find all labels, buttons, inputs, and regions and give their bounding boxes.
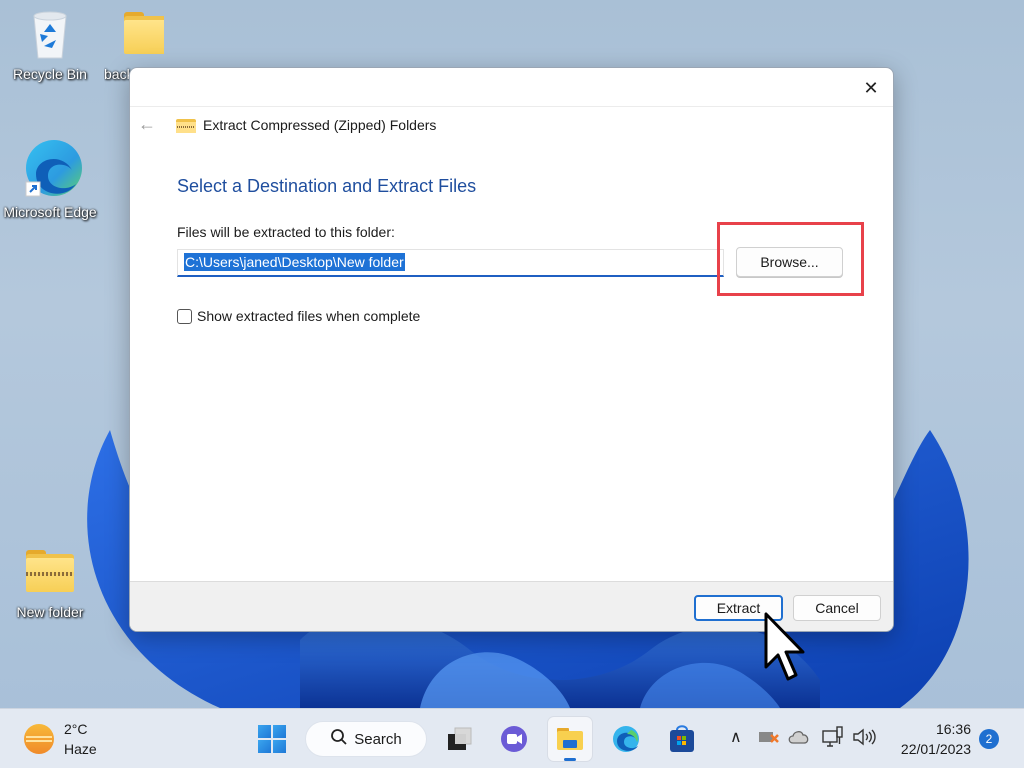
dialog-titlebar[interactable]: ✕ [130,68,893,106]
start-button[interactable] [250,717,294,761]
microsoft-store-button[interactable] [660,717,704,761]
weather-description: Haze [64,741,97,757]
extract-dialog: ✕ ← Extract Compressed (Zipped) Folders … [129,67,894,632]
active-app-indicator [564,758,576,761]
onedrive-cloud-icon[interactable] [788,729,810,750]
zip-folder-icon [22,544,78,600]
folder-icon [120,6,164,62]
close-icon: ✕ [863,77,879,98]
network-wired-icon[interactable] [822,726,844,753]
edge-icon [613,726,639,752]
weather-temperature: 2°C [64,721,88,737]
dialog-title: Extract Compressed (Zipped) Folders [203,116,437,133]
task-view-button[interactable] [438,717,482,761]
clock-date: 22/01/2023 [900,741,971,757]
windows-logo-icon [258,725,286,753]
teams-chat-icon [501,726,527,752]
page-heading: Select a Destination and Extract Files [177,176,477,196]
show-files-checkbox[interactable] [177,308,192,324]
desktop-icon-label: New folder [16,604,84,620]
system-clock[interactable]: 16:36 22/01/2023 [893,719,971,759]
destination-label: Files will be extracted to this folder: [177,224,395,240]
volume-icon[interactable] [852,727,876,752]
task-view-icon [448,727,472,750]
taskbar-search[interactable]: Search [305,721,427,757]
back-arrow-icon[interactable]: ← [138,114,158,135]
taskbar: 2°C Haze Search ∧ 16:36 22/01/2023 2 [0,708,1024,768]
desktop-icon-label: Recycle Bin [13,66,87,82]
desktop-icon-new-folder[interactable]: New folder [2,544,98,622]
destination-path-input[interactable]: C:\Users\janed\Desktop\New folder [177,249,724,277]
zip-folder-icon [176,117,196,133]
desktop-icon-label: Microsoft Edge [3,204,97,220]
show-files-checkbox-label: Show extracted files when complete [197,308,421,324]
teams-chat-button[interactable] [492,717,536,761]
microsoft-store-icon [670,725,694,752]
edge-icon [22,138,82,197]
network-adapter-error-icon[interactable] [758,729,780,750]
weather-haze-icon [24,724,54,754]
edge-taskbar-button[interactable] [604,717,648,761]
dialog-nav: ← Extract Compressed (Zipped) Folders [138,114,436,135]
file-explorer-button[interactable] [548,717,592,761]
search-label: Search [354,730,402,748]
clock-time: 16:36 [935,721,971,737]
weather-widget[interactable]: 2°C Haze [24,719,97,759]
desktop-icon-recycle-bin[interactable]: Recycle Bin [2,6,98,84]
search-icon [330,728,348,751]
recycle-bin-icon [22,6,78,62]
close-button[interactable]: ✕ [857,74,885,102]
show-files-checkbox-row[interactable]: Show extracted files when complete [177,308,420,324]
file-explorer-icon [557,728,583,750]
notification-badge[interactable]: 2 [979,729,999,749]
destination-path-value: C:\Users\janed\Desktop\New folder [184,253,405,271]
browse-button[interactable]: Browse... [736,247,843,277]
tray-overflow-chevron-icon[interactable]: ∧ [730,727,742,747]
desktop-icon-edge[interactable]: Microsoft Edge [2,138,98,222]
titlebar-divider [130,106,893,107]
mouse-cursor-icon [763,611,807,688]
